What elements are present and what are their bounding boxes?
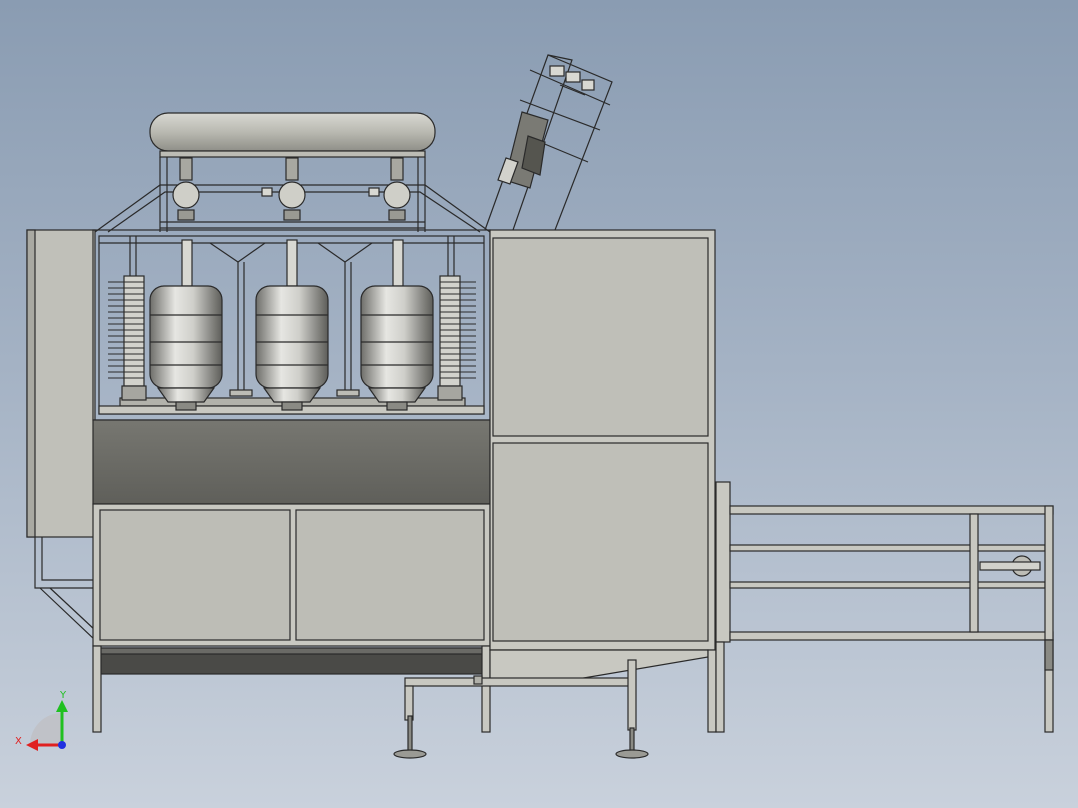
brush-column-left: [108, 275, 147, 401]
water-bottle-1: [149, 239, 223, 411]
triad-y-label: Y: [59, 690, 67, 701]
discharge-conveyor: [715, 481, 1054, 733]
cad-viewport[interactable]: Y X: [0, 0, 1078, 808]
inclined-bottle-feeder: [484, 54, 613, 231]
water-bottle-3: [360, 239, 434, 411]
coordinate-triad: Y X: [15, 690, 68, 751]
brush-column-right: [437, 275, 476, 401]
water-bottle-2: [255, 239, 329, 411]
machine-model[interactable]: Y X: [0, 0, 1078, 808]
right-cabinet: [489, 229, 716, 651]
filling-valves: [172, 157, 411, 221]
triad-x-label: X: [15, 736, 22, 747]
leveling-feet: [393, 715, 649, 759]
left-lower-bracket: [34, 537, 96, 641]
lower-cabinet: [92, 503, 491, 647]
left-side-panel: [26, 229, 96, 538]
top-air-tank: [149, 112, 436, 158]
dark-tank-band: [92, 419, 491, 505]
